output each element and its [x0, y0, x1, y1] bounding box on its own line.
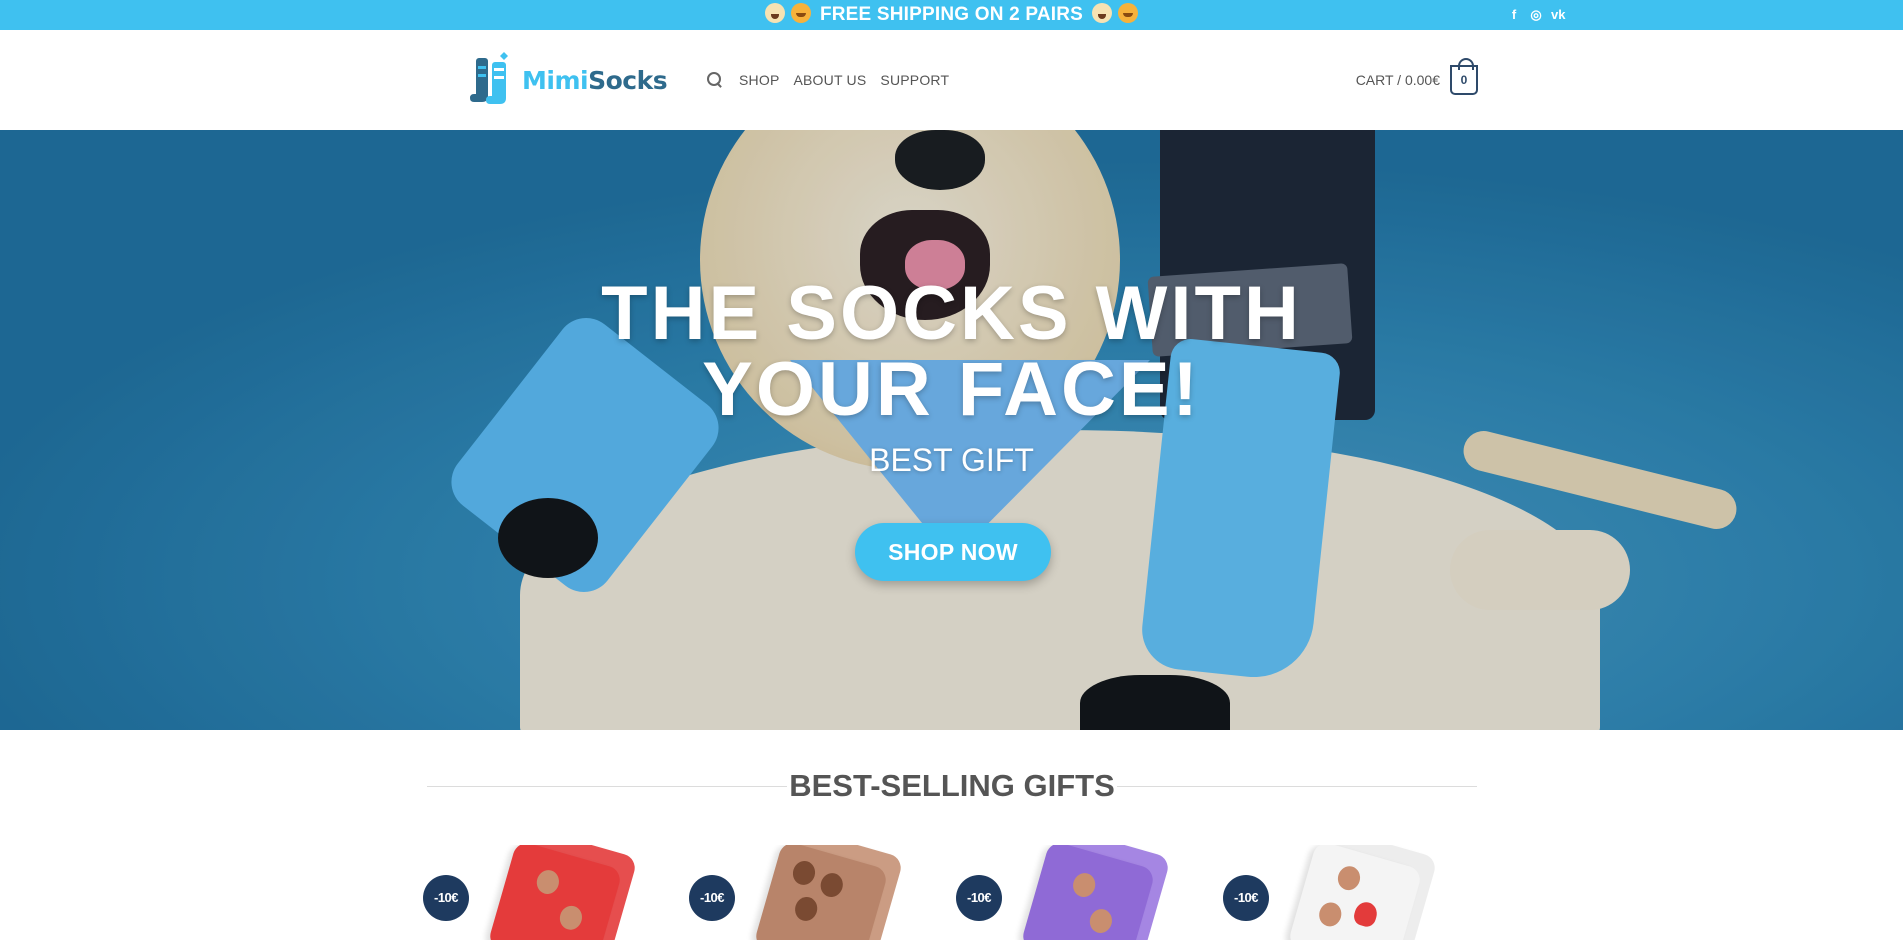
- shop-now-button[interactable]: SHOP NOW: [855, 523, 1051, 581]
- face-print: [790, 858, 818, 888]
- face-print: [792, 894, 821, 924]
- cart-bag-icon[interactable]: 0: [1450, 58, 1478, 95]
- shipping-message: FREE SHIPPING ON 2 PAIRS: [819, 4, 1084, 25]
- hero-title-line2: YOUR FACE!: [702, 347, 1201, 432]
- cat-face-emoji: [1117, 3, 1138, 23]
- face-print: [1087, 906, 1115, 936]
- nav-shop[interactable]: SHOP: [739, 72, 779, 88]
- vk-icon[interactable]: vk: [1551, 7, 1565, 22]
- discount-badge: -10€: [1223, 875, 1269, 921]
- hero-title-line1: THE SOCKS WITH: [601, 271, 1302, 356]
- face-print: [534, 867, 562, 897]
- cart-total: CART / 0.00€: [1355, 72, 1440, 88]
- social-links: f ◎ vk: [1507, 7, 1566, 22]
- instagram-icon[interactable]: ◎: [1529, 7, 1543, 22]
- product-card[interactable]: -10€: [686, 845, 916, 940]
- face-print: [557, 903, 585, 933]
- logo-wordmark: MimiSocks: [522, 66, 668, 95]
- site-header: MimiSocks SHOP ABOUT US SUPPORT CART / 0…: [0, 30, 1903, 130]
- hero-title: THE SOCKS WITH YOUR FACE!: [0, 276, 1903, 428]
- section-title: BEST-SELLING GIFTS: [789, 768, 1115, 803]
- announcement-text: FREE SHIPPING ON 2 PAIRS: [0, 0, 1903, 30]
- face-print: [1316, 899, 1345, 929]
- mimisocks-logo[interactable]: MimiSocks: [470, 52, 668, 108]
- face-print: [1335, 863, 1363, 893]
- product-grid: -10€ -10€ -10€ -10€: [420, 845, 1490, 940]
- discount-badge: -10€: [956, 875, 1002, 921]
- facebook-icon[interactable]: f: [1507, 7, 1521, 22]
- face-print: [1070, 870, 1099, 900]
- face-print: [817, 870, 846, 900]
- heart-print: [1351, 899, 1380, 929]
- cat-face-emoji: [791, 3, 812, 23]
- cart-link[interactable]: CART / 0.00€ 0: [1356, 30, 1478, 130]
- nav-support[interactable]: SUPPORT: [880, 72, 949, 88]
- product-card[interactable]: -10€: [1220, 845, 1450, 940]
- dog-face-emoji: [765, 3, 786, 23]
- product-card[interactable]: -10€: [953, 845, 1183, 940]
- main-nav: SHOP ABOUT US SUPPORT: [707, 30, 949, 130]
- socks-logo-icon: [470, 52, 508, 104]
- hero-subtitle: BEST GIFT: [869, 442, 1034, 478]
- search-icon[interactable]: [707, 72, 723, 88]
- dog-face-emoji: [1091, 3, 1112, 23]
- discount-badge: -10€: [423, 875, 469, 921]
- discount-badge: -10€: [689, 875, 735, 921]
- nav-about-us[interactable]: ABOUT US: [793, 72, 866, 88]
- announcement-bar: FREE SHIPPING ON 2 PAIRS f ◎ vk: [0, 0, 1903, 30]
- hero-banner: THE SOCKS WITH YOUR FACE! BEST GIFT SHOP…: [0, 130, 1903, 730]
- product-card[interactable]: -10€: [420, 845, 650, 940]
- bestsellers-heading: BEST-SELLING GIFTS: [427, 765, 1477, 805]
